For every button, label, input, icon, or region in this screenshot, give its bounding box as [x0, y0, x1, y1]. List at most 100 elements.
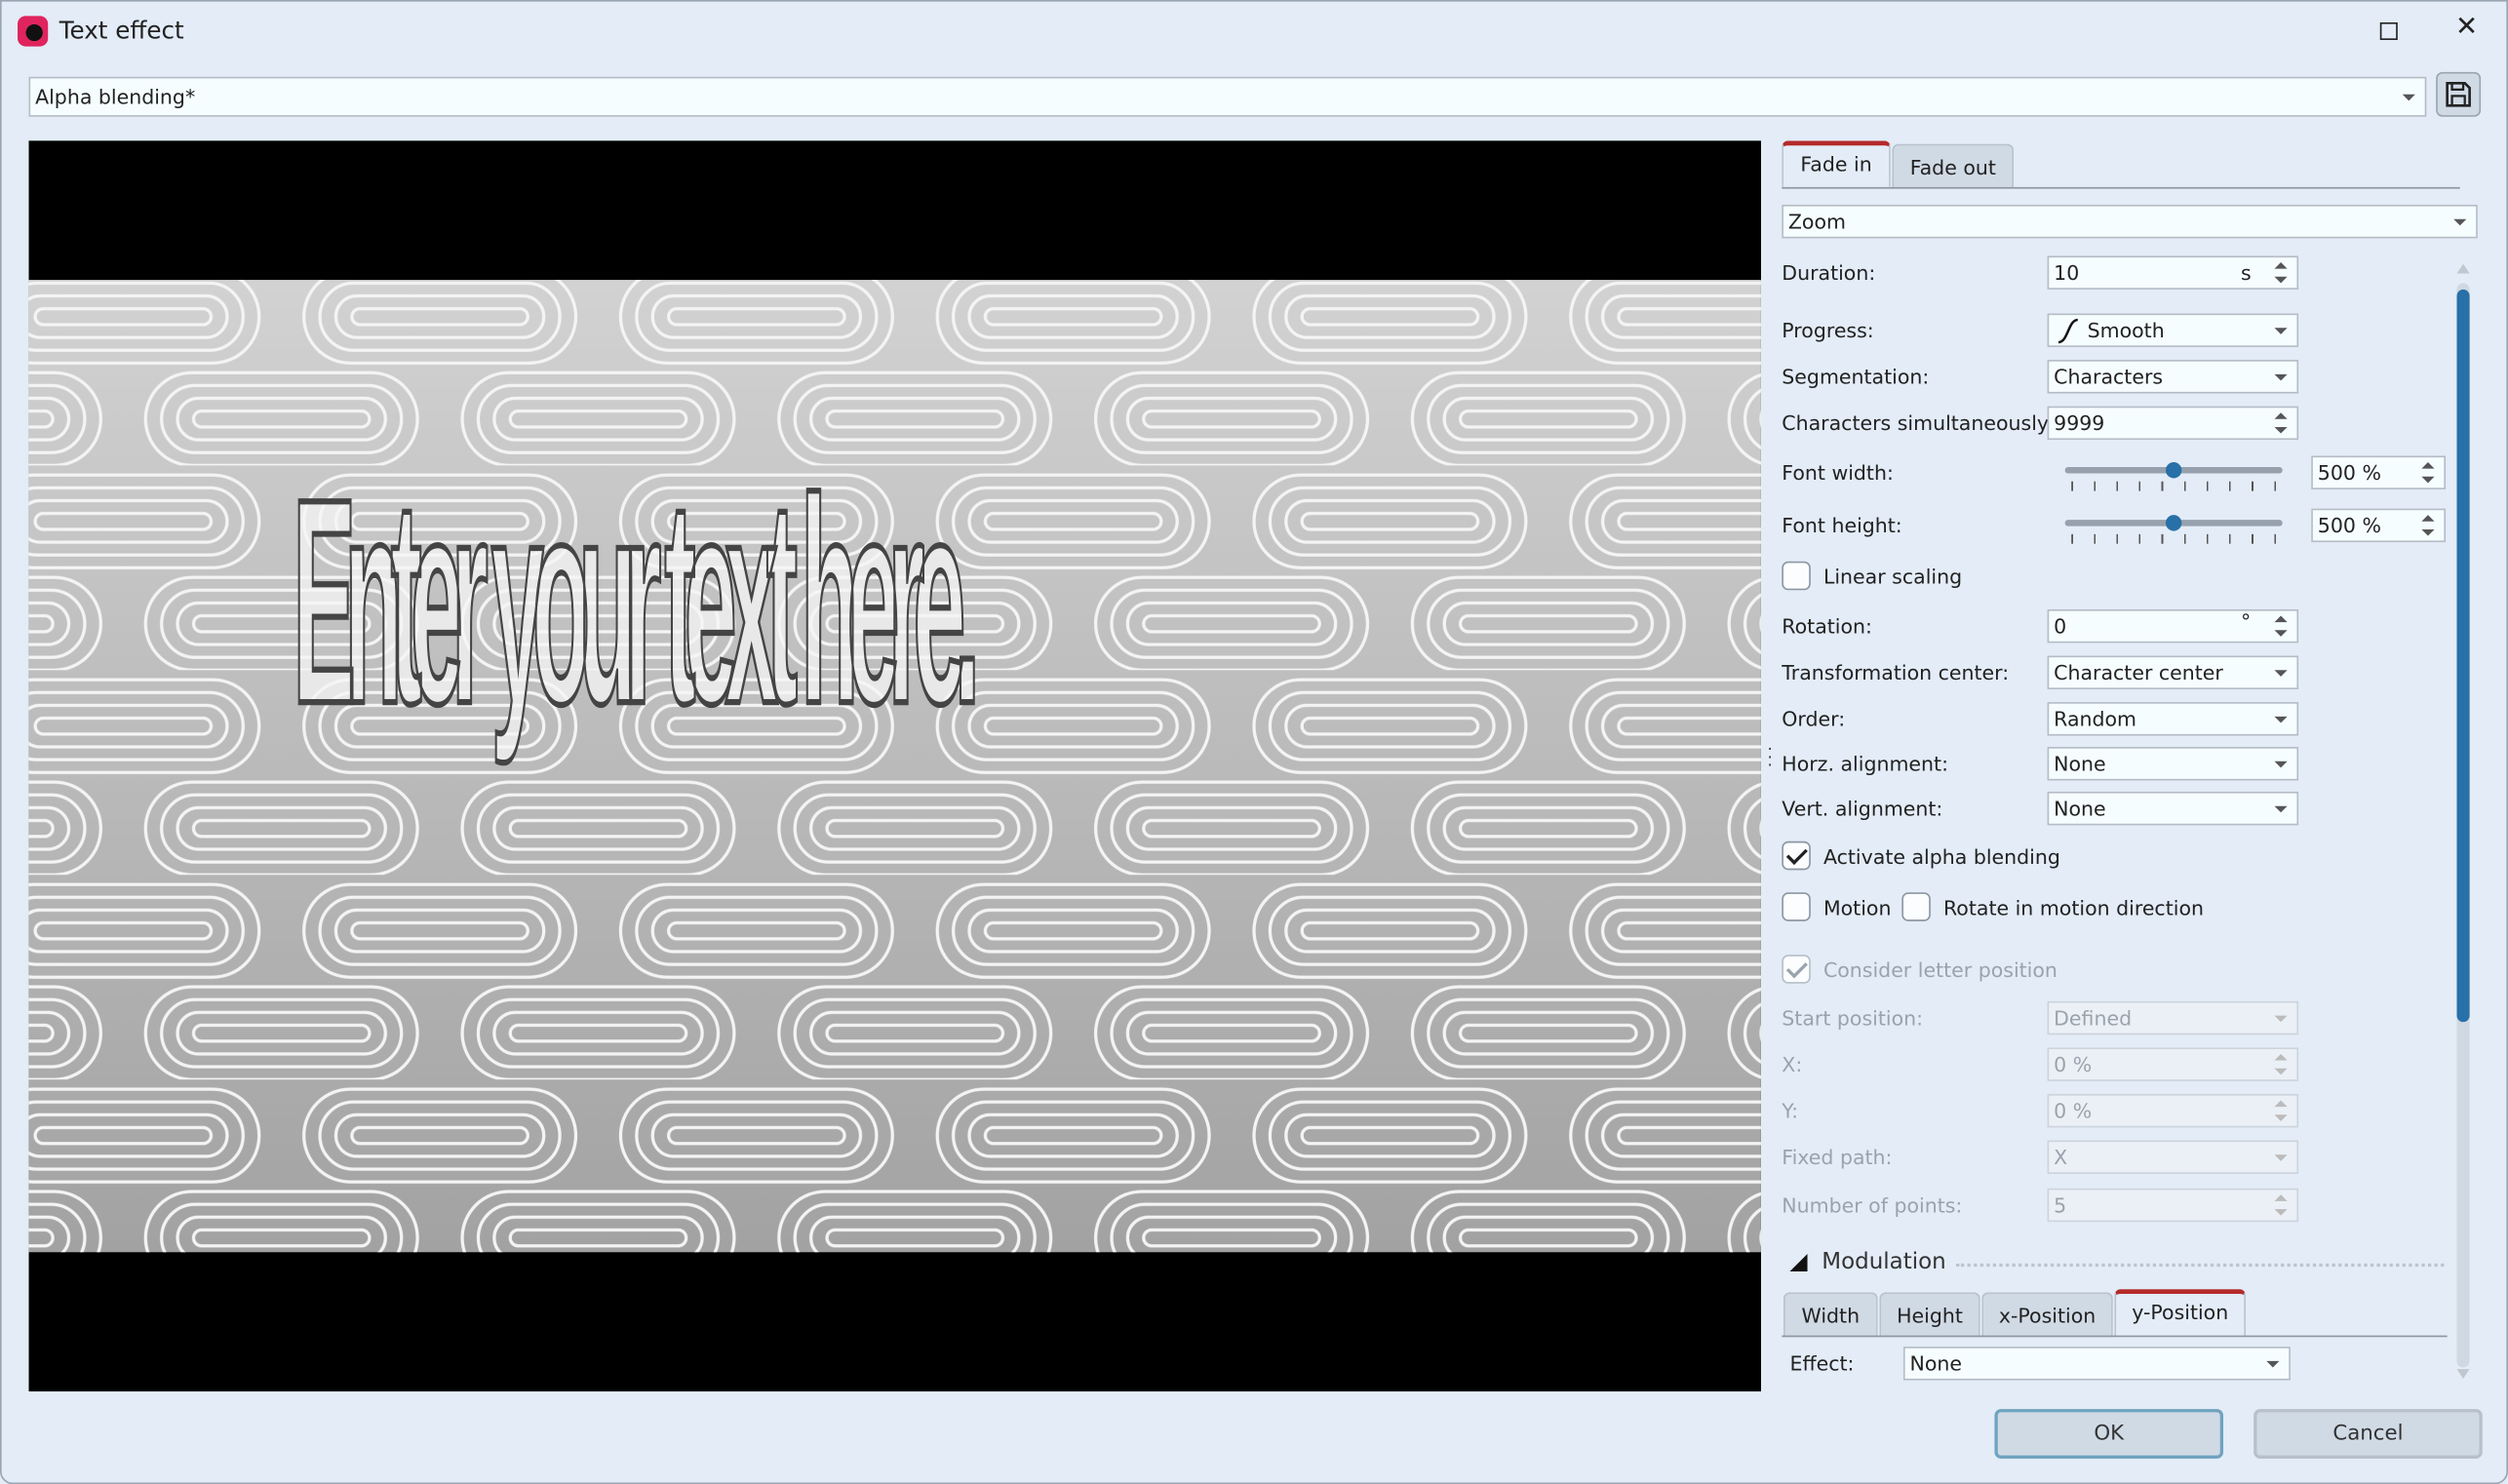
chars-simultaneously-value: 9999 — [2054, 410, 2105, 436]
duration-input[interactable]: 10 s — [2047, 255, 2299, 290]
ok-button[interactable]: OK — [1994, 1409, 2224, 1459]
number-of-points-label: Number of points: — [1782, 1192, 1963, 1218]
mod-effect-combobox[interactable]: None — [1902, 1347, 2291, 1381]
font-width-slider-thumb[interactable] — [2165, 462, 2182, 479]
progress-value: Smooth — [2087, 318, 2165, 343]
font-width-value: 500 % — [2317, 460, 2381, 486]
segmentation-label: Segmentation: — [1782, 364, 1930, 389]
font-height-slider-thumb[interactable] — [2165, 515, 2182, 531]
y-value: 0 % — [2054, 1098, 2093, 1123]
mod-tab-x-position[interactable]: x-Position — [1981, 1292, 2113, 1338]
spinner-icon[interactable] — [2421, 514, 2435, 538]
vert-alignment-label: Vert. alignment: — [1782, 796, 1943, 821]
duration-value: 10 — [2054, 260, 2080, 285]
horz-alignment-value: None — [2054, 751, 2106, 776]
spinner-icon[interactable] — [2274, 614, 2288, 639]
rotation-label: Rotation: — [1782, 613, 1872, 639]
font-height-value: 500 % — [2317, 513, 2381, 538]
rotate-motion-label: Rotate in motion direction — [1942, 895, 2205, 920]
modulation-title: Modulation — [1822, 1249, 1946, 1275]
tab-divider — [1782, 186, 2460, 189]
font-width-slider[interactable] — [2064, 459, 2283, 491]
y-label: Y: — [1782, 1098, 1799, 1123]
chars-simultaneously-input[interactable]: 9999 — [2047, 406, 2299, 441]
rotation-input[interactable]: 0 ° — [2047, 608, 2299, 644]
transformation-center-combobox[interactable]: Character center — [2047, 655, 2299, 689]
font-height-input[interactable]: 500 % — [2311, 508, 2447, 543]
mod-tab-y-position[interactable]: y-Position — [2114, 1289, 2246, 1338]
text-effect-dialog: Text effect ✕ Alpha blending* Enter your… — [0, 0, 2508, 1484]
collapse-triangle-icon[interactable] — [1789, 1253, 1808, 1272]
linear-scaling-checkbox[interactable] — [1782, 561, 1811, 591]
font-height-label: Font height: — [1782, 513, 1902, 538]
horz-alignment-label: Horz. alignment: — [1782, 751, 1948, 776]
tab-fade-in[interactable]: Fade in — [1782, 140, 1891, 187]
order-combobox[interactable]: Random — [2047, 702, 2299, 736]
start-position-value: Defined — [2054, 1005, 2133, 1031]
segmentation-value: Characters — [2054, 364, 2164, 389]
alpha-blending-label: Activate alpha blending — [1822, 844, 2060, 869]
linear-scaling-label: Linear scaling — [1822, 565, 1963, 589]
order-value: Random — [2054, 707, 2137, 731]
font-width-label: Font width: — [1782, 460, 1894, 486]
spinner-icon[interactable] — [2421, 460, 2435, 485]
rotate-motion-checkbox[interactable] — [1901, 892, 1931, 921]
vert-alignment-combobox[interactable]: None — [2047, 791, 2299, 826]
duration-unit: s — [2241, 260, 2252, 285]
number-of-points-value: 5 — [2054, 1192, 2067, 1218]
preset-combobox[interactable]: Alpha blending* — [28, 76, 2427, 117]
app-icon — [18, 16, 49, 47]
horz-alignment-combobox[interactable]: None — [2047, 747, 2299, 781]
transformation-center-label: Transformation center: — [1782, 660, 2010, 685]
save-icon — [2446, 81, 2471, 107]
scroll-down-icon[interactable] — [2456, 1369, 2470, 1379]
mod-effect-value: None — [1909, 1351, 1963, 1376]
spinner-icon[interactable] — [2274, 411, 2288, 436]
scrollbar[interactable] — [2456, 283, 2470, 1368]
start-position-label: Start position: — [1782, 1005, 1924, 1031]
effect-type-combobox[interactable]: Zoom — [1782, 204, 2478, 239]
transformation-center-value: Character center — [2054, 660, 2223, 685]
font-width-input[interactable]: 500 % — [2311, 455, 2447, 489]
window-title: Text effect — [59, 16, 184, 45]
mod-tab-height[interactable]: Height — [1879, 1292, 1980, 1338]
modulation-separator — [1956, 1263, 2445, 1268]
consider-letter-position-label: Consider letter position — [1822, 957, 2057, 983]
progress-label: Progress: — [1782, 318, 1874, 343]
scrollbar-thumb[interactable] — [2456, 289, 2470, 1023]
effect-type-value: Zoom — [1787, 209, 1846, 234]
preview-text: Enter your text here. — [293, 440, 974, 764]
scroll-up-icon[interactable] — [2456, 263, 2470, 274]
tab-fade-out[interactable]: Fade out — [1892, 143, 2015, 189]
mod-effect-label: Effect: — [1789, 1351, 1855, 1376]
mod-tab-width[interactable]: Width — [1783, 1292, 1878, 1338]
preview-area[interactable]: Enter your text here. — [28, 140, 1761, 1392]
motion-checkbox[interactable] — [1782, 892, 1811, 921]
fixed-path-combobox[interactable]: X — [2047, 1140, 2299, 1174]
cancel-button[interactable]: Cancel — [2253, 1409, 2483, 1459]
start-position-combobox[interactable]: Defined — [2047, 1000, 2299, 1035]
save-preset-button[interactable] — [2436, 71, 2482, 117]
maximize-icon[interactable] — [2379, 21, 2398, 41]
progress-combobox[interactable]: Smooth — [2047, 313, 2299, 347]
x-input[interactable]: 0 % — [2047, 1047, 2299, 1081]
consider-letter-position-checkbox[interactable] — [1782, 955, 1811, 984]
font-height-slider[interactable] — [2064, 512, 2283, 544]
chars-simultaneously-label: Characters simultaneously: — [1782, 410, 2055, 436]
fixed-path-label: Fixed path: — [1782, 1145, 1893, 1170]
mod-tab-divider — [1782, 1335, 2448, 1338]
vert-alignment-value: None — [2054, 796, 2106, 821]
close-icon[interactable]: ✕ — [2455, 11, 2478, 43]
number-of-points-input[interactable]: 5 — [2047, 1188, 2299, 1223]
spinner-icon[interactable] — [2274, 260, 2288, 285]
rotation-value: 0 — [2054, 613, 2067, 639]
preset-value: Alpha blending* — [35, 84, 196, 109]
preview-image: Enter your text here. — [28, 280, 1761, 1253]
splitter-handle[interactable]: · · · — [1768, 743, 1773, 775]
rotation-unit: ° — [2241, 608, 2252, 634]
duration-label: Duration: — [1782, 260, 1876, 285]
alpha-blending-checkbox[interactable] — [1782, 840, 1811, 871]
y-input[interactable]: 0 % — [2047, 1093, 2299, 1128]
segmentation-combobox[interactable]: Characters — [2047, 360, 2299, 394]
fixed-path-value: X — [2054, 1145, 2068, 1170]
